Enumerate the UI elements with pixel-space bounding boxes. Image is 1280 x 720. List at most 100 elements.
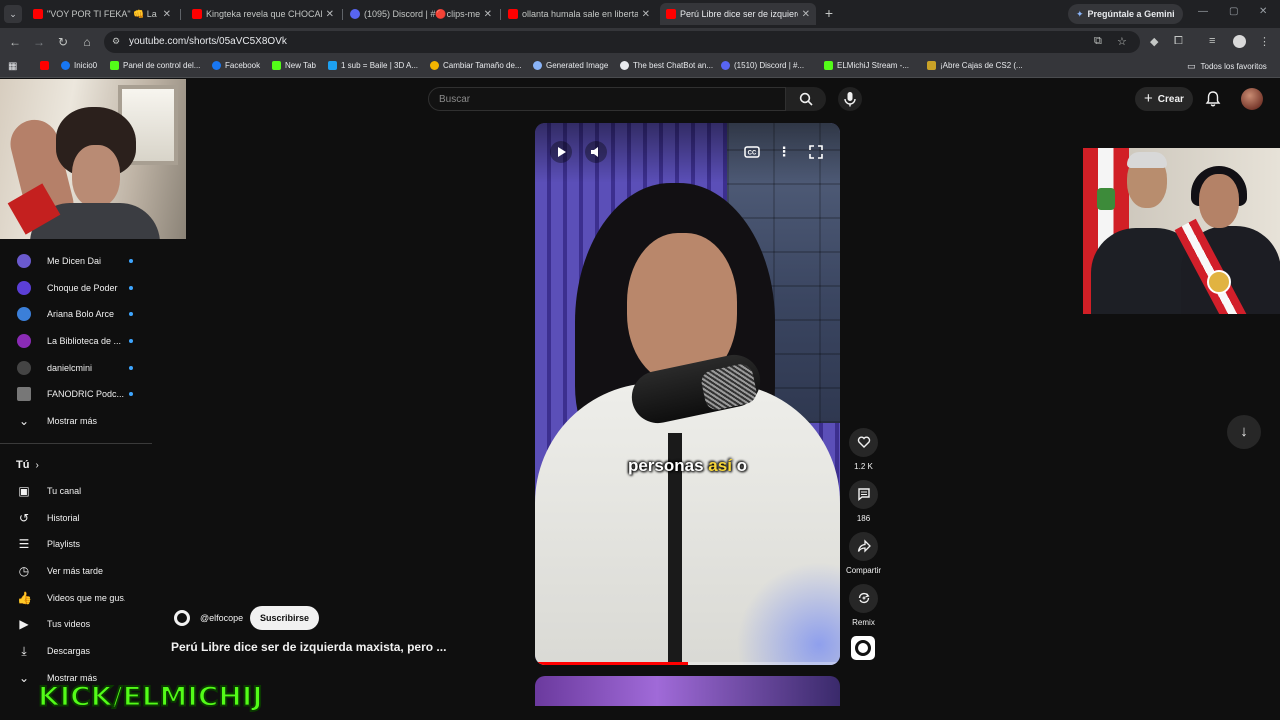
sidebar-item-playlists[interactable]: ☰ Playlists [0,531,154,557]
stream-watermark: KICK/ELMICHIJ [37,680,264,713]
new-content-dot [129,259,133,263]
ask-gemini-button[interactable]: ✦ Pregúntale a Gemini [1068,4,1183,24]
new-content-dot [129,366,133,370]
tab-close-icon[interactable]: ✕ [326,9,334,20]
bookmark-label: ELMichiJ Stream -... [837,61,910,70]
sidebar-item-ver-mas-tarde[interactable]: ◷ Ver más tarde [0,558,154,584]
sidebar-item-label: Videos que me gus... [47,593,125,603]
fullscreen-button[interactable] [805,141,827,163]
share-action[interactable]: Compartir [846,532,881,575]
sidebar-item-tu-canal[interactable]: ▣ Tu canal [0,478,154,504]
bookmark-item[interactable]: (1510) Discord | #... [721,61,804,70]
notifications-bell-icon[interactable] [1205,90,1221,108]
search-input[interactable]: Buscar [428,87,786,111]
home-icon[interactable]: ⌂ [79,34,95,50]
sash-emblem [1207,270,1231,294]
subscribe-button[interactable]: Suscribirse [250,606,320,630]
account-avatar[interactable] [1241,88,1263,110]
remix-label: Remix [852,618,875,627]
shorts-video-player[interactable]: CC ⋮ personas así o [535,123,840,665]
sound-thumbnail[interactable] [851,636,875,660]
bookmark-item[interactable]: Panel de control del... [110,61,200,70]
tab-close-icon[interactable]: ✕ [484,9,492,20]
tab-close-icon[interactable]: ✕ [802,9,810,20]
sidebar-item-label: Playlists [47,539,81,549]
reload-icon[interactable]: ↻ [55,34,71,50]
browser-tab-active[interactable]: Perú Libre dice ser de izquierda ✕ [660,3,816,25]
sidebar-subscription-item[interactable]: Ariana Bolo Arce [0,301,154,327]
browser-tab[interactable]: Kingteka revela que CHOCARO ✕ [186,3,340,25]
bookmark-item[interactable]: Inicio0 [61,61,97,70]
tab-close-icon[interactable]: ✕ [642,9,650,20]
play-button[interactable] [550,141,572,163]
channel-handle[interactable]: @elfocope [200,613,243,623]
tab-title: "VOY POR TI FEKA" 👊 La R [47,8,159,19]
sidebar-you-header[interactable]: Tú › [16,459,39,471]
bookmark-label: New Tab [285,61,316,70]
next-short-button[interactable]: ↓ [1227,415,1261,449]
bookmark-item[interactable]: ¡Abre Cajas de CS2 (... [927,61,1023,70]
bookmark-item[interactable]: ELMichiJ Stream -... [824,61,909,70]
sidebar-item-historial[interactable]: ↺ Historial [0,505,154,531]
comments-action[interactable]: 186 [849,480,878,523]
bookmark-item[interactable]: The best ChatBot an... [620,61,713,70]
address-bar[interactable]: ⚙ youtube.com/shorts/05aVC5X8OVk ⧉ ☆ [104,31,1140,53]
sidebar-item-tus-videos[interactable]: ▶ Tus videos [0,611,154,637]
browser-tab[interactable]: ollanta humala sale en libertad ✕ [502,3,656,25]
site-info-icon[interactable]: ⚙ [110,36,122,48]
like-action[interactable]: 1.2 K [849,428,878,471]
search-button[interactable] [786,87,826,111]
browser-menu-icon[interactable]: ⋮ [1259,35,1270,48]
volume-button[interactable] [585,141,607,163]
forward-arrow-icon[interactable]: → [31,34,47,50]
new-tab-button[interactable]: + [820,5,838,23]
sidebar-subscription-item[interactable]: Choque de Poder [0,275,154,301]
bookmark-item[interactable]: New Tab [272,61,316,70]
bookmark-item[interactable]: 1 sub = Baile | 3D A... [328,61,418,70]
remix-button[interactable] [849,584,878,613]
all-bookmarks-folder[interactable]: ▭ Todos los favoritos [1187,61,1267,72]
create-button[interactable]: + Crear [1135,87,1193,111]
browser-tab[interactable]: (1095) Discord | #🔴clips-mem ✕ [344,3,498,25]
short-title[interactable]: Perú Libre dice ser de izquierda maxista… [171,640,446,654]
sidebar-subscription-item[interactable]: danielcmini [0,355,154,381]
url-text[interactable]: youtube.com/shorts/05aVC5X8OVk [129,36,287,47]
install-app-icon[interactable]: ⧉ [1094,35,1102,48]
minimize-icon[interactable]: — [1198,6,1208,17]
sidebar-item-liked-videos[interactable]: 👍 Videos que me gus... [0,585,154,611]
apps-grid-icon[interactable]: ▦ [8,61,17,72]
extensions-puzzle-icon[interactable]: ⧠ [1174,35,1183,48]
sidebar-show-more[interactable]: ⌄ Mostrar más [0,408,154,434]
maximize-icon[interactable]: ▢ [1229,6,1238,17]
next-short-preview[interactable] [535,676,840,706]
bookmark-item[interactable]: Facebook [212,61,260,70]
share-button[interactable] [849,532,878,561]
bookmark-star-icon[interactable]: ☆ [1117,35,1127,48]
back-arrow-icon[interactable]: ← [7,34,23,50]
sidebar-subscription-item[interactable]: FANODRIC Podc... [0,381,154,407]
more-options-icon[interactable]: ⋮ [773,141,795,163]
channel-avatar [17,387,31,401]
media-control-icon[interactable]: ≡ [1209,35,1215,47]
remix-action[interactable]: Remix [849,584,878,627]
comments-button[interactable] [849,480,878,509]
voice-search-button[interactable] [838,87,862,111]
sidebar-subscription-item[interactable]: La Biblioteca de ... [0,328,154,354]
like-button[interactable] [849,428,878,457]
video-progress-bar[interactable] [535,662,840,665]
browser-tab[interactable]: "VOY POR TI FEKA" 👊 La R ✕ [27,3,177,25]
bookmark-item[interactable]: Generated Image [533,61,608,70]
coat-of-arms [1097,188,1115,210]
close-window-icon[interactable]: ✕ [1259,6,1267,17]
tab-search-button[interactable]: ⌄ [4,5,22,23]
bookmark-item[interactable]: Cambiar Tamaño de... [430,61,522,70]
captions-button[interactable]: CC [741,141,763,163]
tab-close-icon[interactable]: ✕ [163,9,171,20]
extension-icon[interactable]: ◆ [1150,35,1158,48]
channel-logo-icon[interactable] [174,610,190,626]
bookmark-item[interactable] [40,61,53,70]
sidebar-subscription-item[interactable]: Me Dicen Dai [0,248,154,274]
all-bookmarks-label: Todos los favoritos [1200,62,1267,71]
profile-avatar-icon[interactable] [1233,35,1246,48]
sidebar-item-descargas[interactable]: ⤓ Descargas [0,638,154,664]
